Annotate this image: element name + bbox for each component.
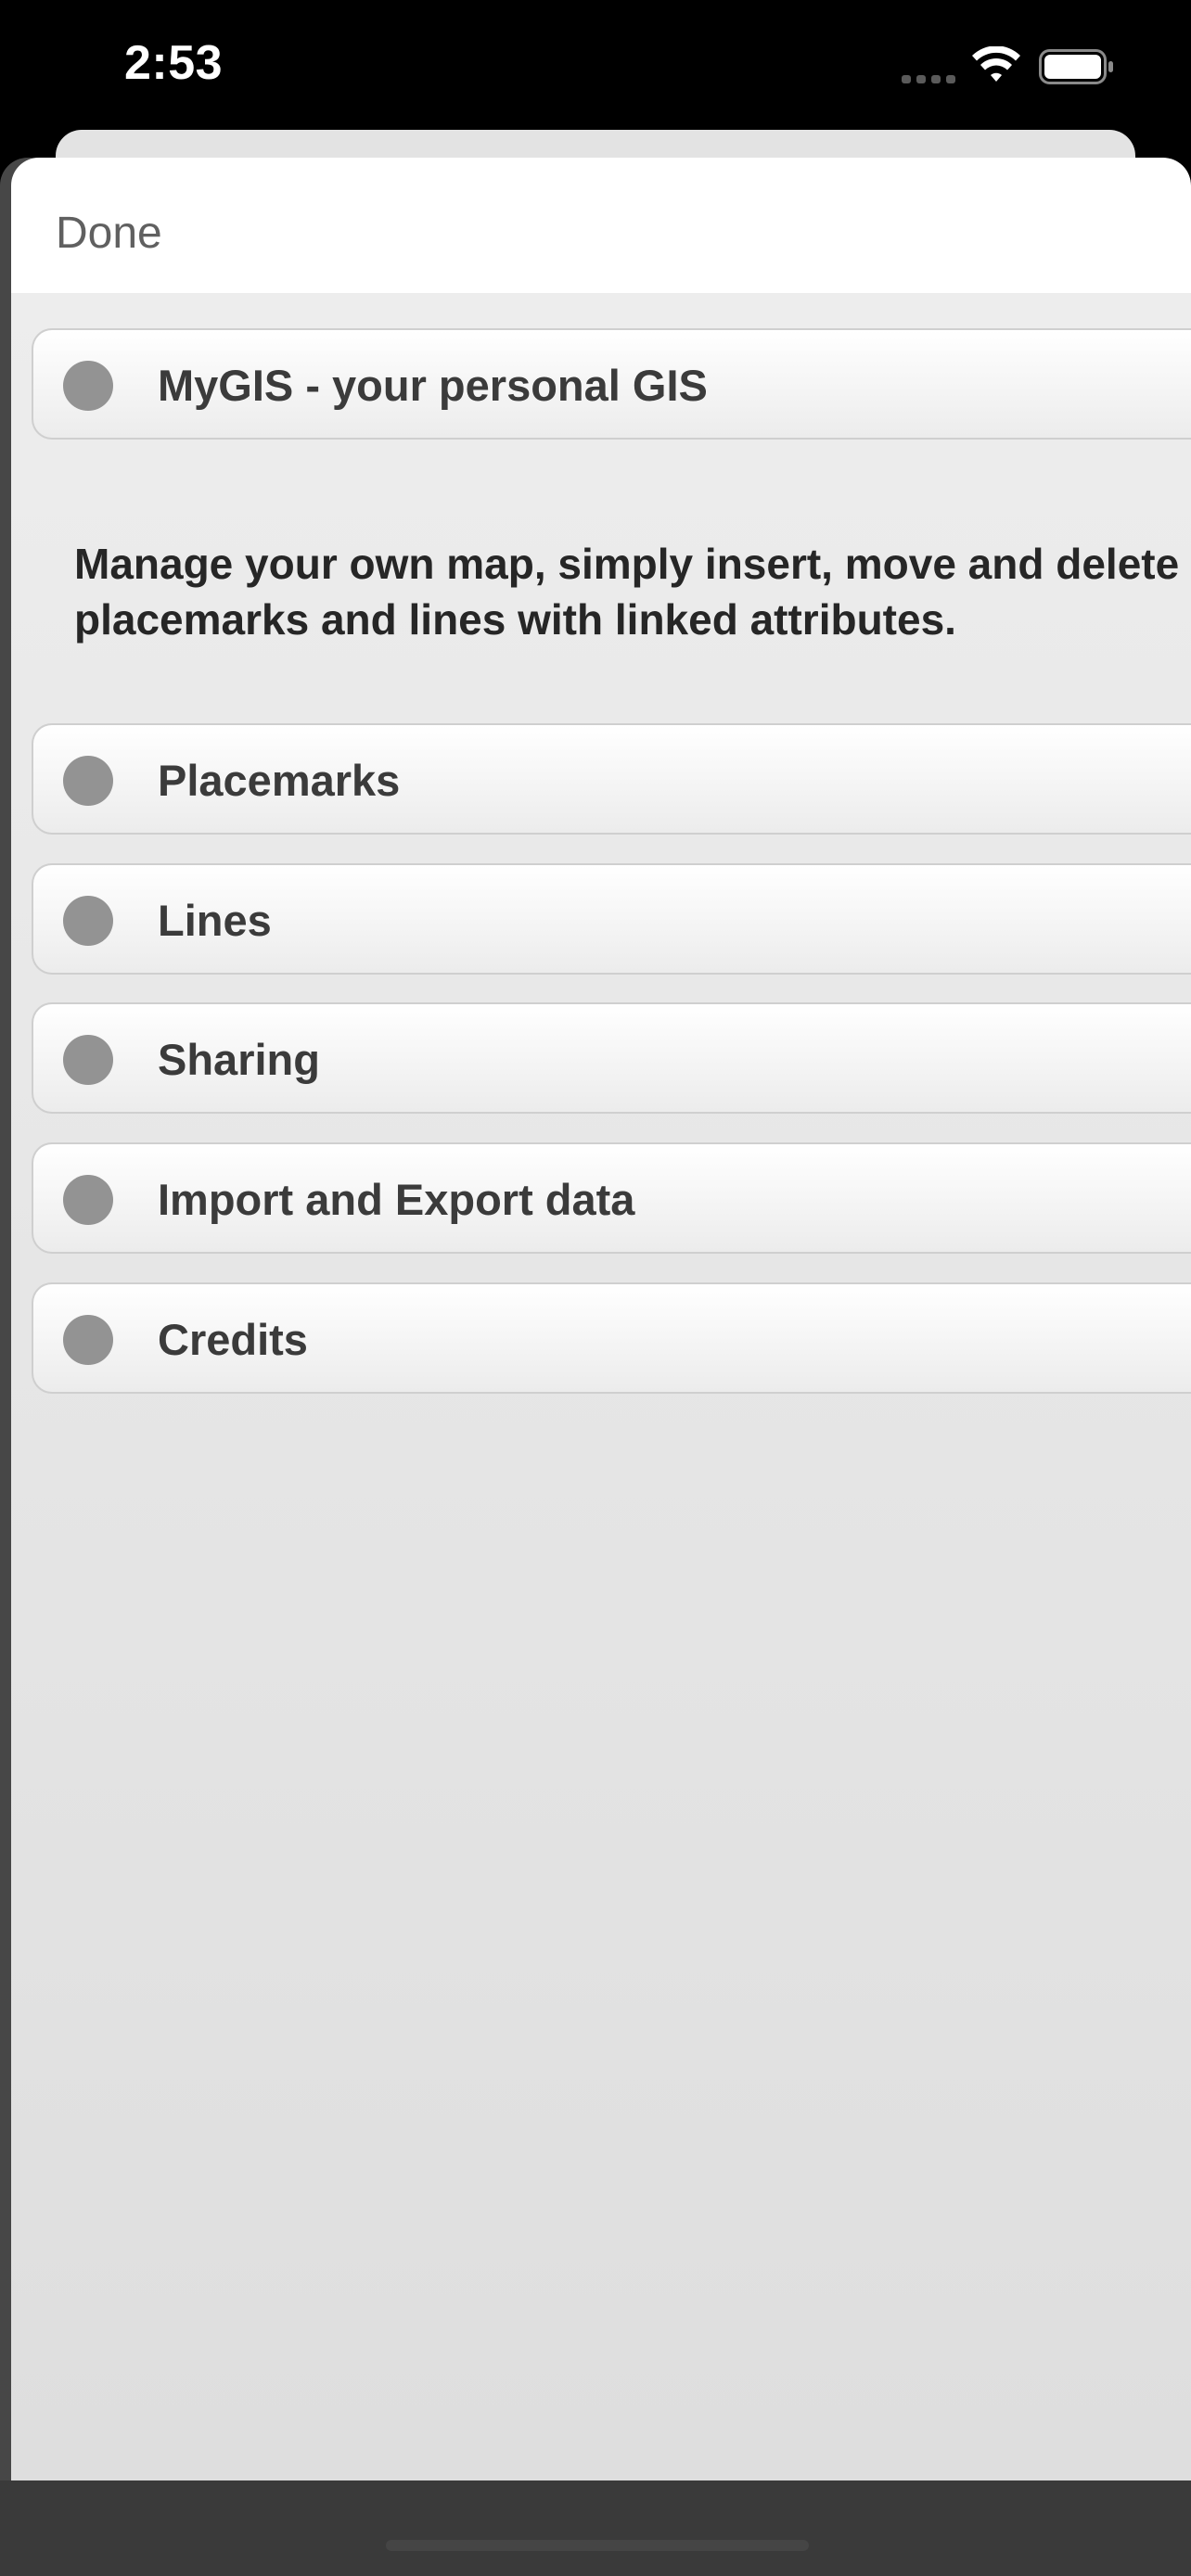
menu-item-label: Import and Export data [158, 1175, 635, 1224]
menu-item-placemarks[interactable]: Placemarks [32, 723, 1191, 835]
title-row-label: MyGIS - your personal GIS [158, 361, 708, 410]
circle-bullet-icon [63, 896, 113, 946]
title-row[interactable]: MyGIS - your personal GIS [32, 328, 1191, 440]
menu-item-label: Placemarks [158, 756, 401, 805]
menu-item-label: Credits [158, 1315, 308, 1364]
circle-bullet-icon [63, 756, 113, 806]
menu-item-label: Lines [158, 896, 272, 945]
modal-sheet: Done MyGIS - your personal GIS Manage yo… [0, 158, 1191, 2480]
circle-bullet-icon [63, 1315, 113, 1365]
menu-item-credits[interactable]: Credits [32, 1282, 1191, 1394]
app-description: Manage your own map, simply insert, move… [74, 540, 1180, 644]
circle-bullet-icon [63, 361, 113, 411]
menu-item-lines[interactable]: Lines [32, 863, 1191, 975]
home-indicator[interactable] [386, 2540, 809, 2551]
circle-bullet-icon [63, 1035, 113, 1085]
help-content: MyGIS - your personal GIS Manage your ow… [11, 293, 1191, 2480]
menu-item-sharing[interactable]: Sharing [32, 1002, 1191, 1114]
menu-item-import-export[interactable]: Import and Export data [32, 1142, 1191, 1254]
cellular-signal-icon [902, 72, 957, 85]
done-button[interactable]: Done [56, 208, 162, 259]
wifi-icon [972, 46, 1020, 82]
battery-icon [1039, 49, 1113, 84]
menu-item-label: Sharing [158, 1035, 320, 1084]
status-bar: 2:53 [0, 0, 1191, 130]
sheet-header: Done [11, 158, 1191, 293]
circle-bullet-icon [63, 1175, 113, 1225]
bottom-bar [0, 2480, 1191, 2576]
status-time: 2:53 [124, 36, 224, 90]
